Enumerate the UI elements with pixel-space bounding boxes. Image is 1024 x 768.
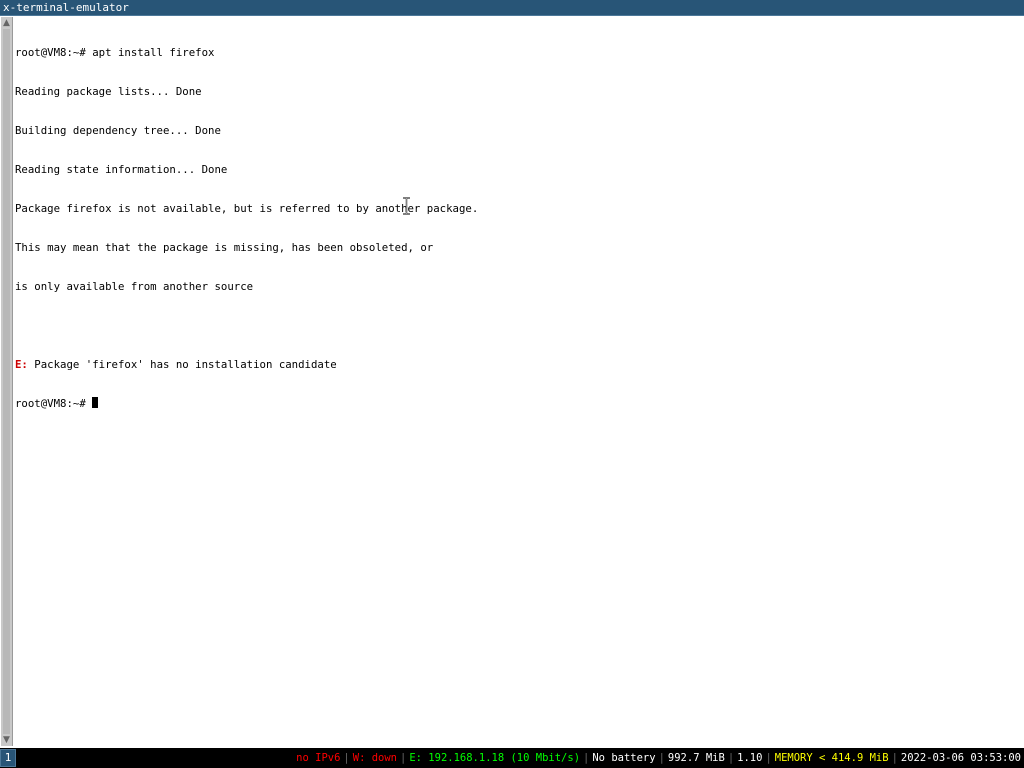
terminal-line: Reading package lists... Done: [15, 85, 202, 98]
error-message: Package 'firefox' has no installation ca…: [27, 358, 337, 371]
terminal-output[interactable]: root@VM8:~# apt install firefox Reading …: [15, 20, 1015, 740]
status-bar: 1 no IPv6 | W: down | E: 192.168.1.18 (1…: [0, 748, 1024, 768]
terminal-line: root@VM8:~# apt install firefox: [15, 46, 215, 59]
terminal-prompt-line[interactable]: root@VM8:~#: [15, 397, 1015, 410]
scroll-down-arrow-icon[interactable]: ▼: [1, 734, 12, 746]
terminal-line: This may mean that the package is missin…: [15, 241, 434, 254]
error-prefix: E:: [15, 358, 28, 371]
terminal-line: is only available from another source: [15, 280, 254, 293]
ipv6-status: no IPv6: [296, 752, 341, 764]
battery-status: No battery: [592, 752, 656, 764]
wireless-status: W: down: [352, 752, 398, 764]
terminal-error-line: E: Package 'firefox' has no installation…: [15, 358, 1015, 371]
text-ibeam-cursor-icon: [403, 197, 410, 215]
shell-prompt: root@VM8:~#: [15, 397, 93, 410]
terminal-line: Package firefox is not available, but is…: [15, 202, 479, 215]
disk-status: 992.7 MiB: [667, 752, 725, 764]
status-segments: no IPv6 | W: down | E: 192.168.1.18 (10 …: [293, 748, 1024, 768]
scroll-up-arrow-icon[interactable]: ▲: [1, 17, 12, 29]
load-status: 1.10: [737, 752, 763, 764]
text-cursor: [92, 397, 99, 408]
ethernet-status: E: 192.168.1.18 (10 Mbit/s): [409, 752, 581, 764]
terminal-scrollbar[interactable]: ▲ ▼: [1, 17, 13, 746]
terminal-line: Building dependency tree... Done: [15, 124, 221, 137]
window-title-bar[interactable]: x-terminal-emulator: [0, 0, 1024, 16]
window-title: x-terminal-emulator: [3, 1, 129, 14]
terminal-line: Reading state information... Done: [15, 163, 228, 176]
scroll-track[interactable]: [3, 29, 10, 734]
workspace-button[interactable]: 1: [0, 749, 16, 767]
datetime-status: 2022-03-06 03:53:00: [900, 752, 1021, 764]
terminal-window[interactable]: ▲ ▼ root@VM8:~# apt install firefox Read…: [0, 16, 1024, 747]
memory-status: MEMORY < 414.9 MiB: [774, 752, 889, 764]
